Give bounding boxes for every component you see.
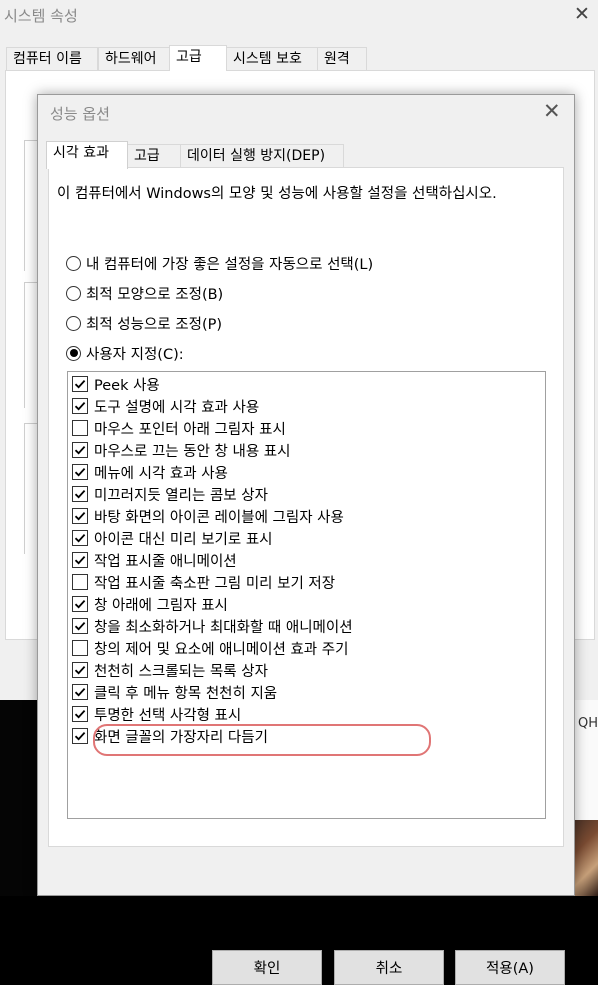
effect-label: 천천히 스크롤되는 목록 상자 <box>94 663 268 680</box>
ok-button[interactable]: 확인 <box>212 950 322 985</box>
checkbox[interactable] <box>72 530 88 546</box>
tab-remote[interactable]: 원격 <box>317 47 367 70</box>
highlight-annotation <box>93 724 431 756</box>
effect-label: 창을 최소화하거나 최대화할 때 애니메이션 <box>94 619 353 636</box>
close-icon[interactable]: ✕ <box>543 99 561 123</box>
tab-visual-effects[interactable]: 시각 효과 <box>46 141 128 169</box>
effect-item[interactable]: 창 아래에 그림자 표시 <box>72 594 228 614</box>
effect-label: 바탕 화면의 아이콘 레이블에 그림자 사용 <box>94 509 344 526</box>
effect-label: 도구 설명에 시각 효과 사용 <box>94 399 260 416</box>
checkbox[interactable] <box>72 552 88 568</box>
effect-item[interactable]: 천천히 스크롤되는 목록 상자 <box>72 660 268 680</box>
tab-advanced[interactable]: 고급 <box>127 144 181 168</box>
effect-label: 투명한 선택 사각형 표시 <box>94 707 242 724</box>
system-properties-title: 시스템 속성 <box>4 7 78 25</box>
radio-label: 최적 성능으로 조정(P) <box>86 316 222 333</box>
checkbox[interactable] <box>72 596 88 612</box>
checkbox[interactable] <box>72 376 88 392</box>
effect-label: 마우스로 끄는 동안 창 내용 표시 <box>94 443 291 460</box>
effect-item[interactable]: Peek 사용 <box>72 374 160 394</box>
effect-label: 작업 표시줄 축소판 그림 미리 보기 저장 <box>94 575 336 592</box>
checkbox[interactable] <box>72 442 88 458</box>
tab-hardware[interactable]: 하드웨어 <box>98 47 170 70</box>
effect-item[interactable]: 투명한 선택 사각형 표시 <box>72 704 241 724</box>
checkbox[interactable] <box>72 618 88 634</box>
checkbox[interactable] <box>72 728 88 744</box>
effect-item[interactable]: 아이콘 대신 미리 보기로 표시 <box>72 528 273 548</box>
effect-label: 창 아래에 그림자 표시 <box>94 597 228 614</box>
dialog-title: 성능 옵션 <box>50 105 110 123</box>
radio-circle[interactable] <box>66 285 81 301</box>
radio-label: 최적 모양으로 조정(B) <box>86 286 224 303</box>
effect-label: 작업 표시줄 애니메이션 <box>94 553 237 570</box>
effect-item[interactable]: 창의 제어 및 요소에 애니메이션 효과 주기 <box>72 638 348 658</box>
effect-item[interactable]: 미끄러지듯 열리는 콤보 상자 <box>72 484 268 504</box>
tab-dep[interactable]: 데이터 실행 방지(DEP) <box>180 144 344 168</box>
checkbox[interactable] <box>72 486 88 502</box>
checkbox[interactable] <box>72 706 88 722</box>
effect-label: 아이콘 대신 미리 보기로 표시 <box>94 531 273 548</box>
checkbox[interactable] <box>72 574 88 590</box>
checkbox[interactable] <box>72 684 88 700</box>
radio-circle[interactable] <box>66 345 81 361</box>
effect-item[interactable]: 작업 표시줄 축소판 그림 미리 보기 저장 <box>72 572 335 592</box>
effect-label: 창의 제어 및 요소에 애니메이션 효과 주기 <box>94 641 349 658</box>
tab-advanced[interactable]: 고급 <box>169 45 227 71</box>
apply-button[interactable]: 적용(A) <box>455 950 565 985</box>
radio-circle[interactable] <box>66 315 81 331</box>
radio-best-appearance[interactable]: 최적 모양으로 조정(B) <box>66 283 223 303</box>
effect-label: 마우스 포인터 아래 그림자 표시 <box>94 421 286 438</box>
effect-item[interactable]: 작업 표시줄 애니메이션 <box>72 550 237 570</box>
effect-label: Peek 사용 <box>94 377 160 394</box>
side-pane-text: QH <box>578 716 598 731</box>
radio-custom[interactable]: 사용자 지정(C): <box>66 343 184 363</box>
effect-item[interactable]: 마우스 포인터 아래 그림자 표시 <box>72 418 286 438</box>
checkbox[interactable] <box>72 464 88 480</box>
effect-item[interactable]: 도구 설명에 시각 효과 사용 <box>72 396 259 416</box>
effect-item[interactable]: 바탕 화면의 아이콘 레이블에 그림자 사용 <box>72 506 344 526</box>
checkbox[interactable] <box>72 420 88 436</box>
checkbox[interactable] <box>72 662 88 678</box>
effect-label: 클릭 후 메뉴 항목 천천히 지움 <box>94 685 278 702</box>
effect-label: 메뉴에 시각 효과 사용 <box>94 465 228 482</box>
description-text: 이 컴퓨터에서 Windows의 모양 및 성능에 사용할 설정을 선택하십시오… <box>57 186 497 202</box>
effect-item[interactable]: 메뉴에 시각 효과 사용 <box>72 462 228 482</box>
radio-best-performance[interactable]: 최적 성능으로 조정(P) <box>66 313 222 333</box>
checkbox[interactable] <box>72 508 88 524</box>
tab-system-protection[interactable]: 시스템 보호 <box>226 47 318 70</box>
performance-options-dialog: 성능 옵션 ✕ 시각 효과 고급 데이터 실행 방지(DEP) 이 컴퓨터에서 … <box>37 94 575 985</box>
effect-item[interactable]: 클릭 후 메뉴 항목 천천히 지움 <box>72 682 277 702</box>
close-icon[interactable]: ✕ <box>574 3 590 25</box>
effect-item[interactable]: 창을 최소화하거나 최대화할 때 애니메이션 <box>72 616 353 636</box>
radio-auto[interactable]: 내 컴퓨터에 가장 좋은 설정을 자동으로 선택(L) <box>66 253 373 273</box>
effect-item[interactable]: 마우스로 끄는 동안 창 내용 표시 <box>72 440 290 460</box>
checkbox[interactable] <box>72 640 88 656</box>
cancel-button[interactable]: 취소 <box>334 950 444 985</box>
radio-circle[interactable] <box>66 255 81 271</box>
effect-label: 미끄러지듯 열리는 콤보 상자 <box>94 487 268 504</box>
radio-label: 내 컴퓨터에 가장 좋은 설정을 자동으로 선택(L) <box>86 256 374 273</box>
checkbox[interactable] <box>72 398 88 414</box>
tab-computer-name[interactable]: 컴퓨터 이름 <box>6 47 98 70</box>
radio-label: 사용자 지정(C): <box>86 346 184 363</box>
